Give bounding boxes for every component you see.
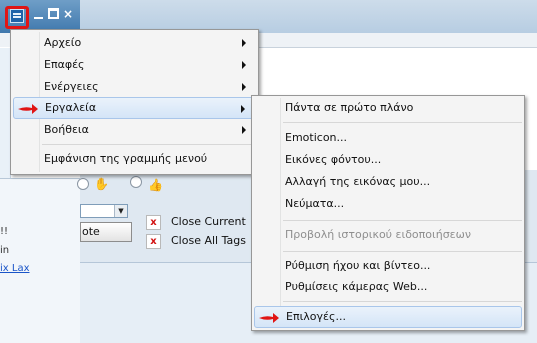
maximize-icon[interactable] xyxy=(48,8,59,19)
menu-item-change-picture[interactable]: Αλλαγή της εικόνας μου... xyxy=(254,171,522,193)
menu-item-label: Προβολή ιστορικού ειδοποιήσεων xyxy=(285,228,471,241)
thumbs-up-icon[interactable]: 👍 xyxy=(148,179,163,191)
menu-item-audio-video-setup[interactable]: Ρύθμιση ήχου και βίντεο... xyxy=(254,255,522,277)
menu-item-file[interactable]: Αρχείο xyxy=(13,32,256,54)
menu-item-label: Επαφές xyxy=(44,58,85,71)
sidebar-link[interactable]: ix Lax xyxy=(0,263,30,274)
menu-item-options[interactable]: Επιλογές... xyxy=(254,306,522,328)
menu-item-help[interactable]: Βοήθεια xyxy=(13,119,256,141)
app-menu: Αρχείο Επαφές Ενέργειες Εργαλεία Βοήθεια… xyxy=(10,29,259,175)
menu-separator xyxy=(283,301,522,302)
radio-option[interactable] xyxy=(77,178,89,190)
side-frame xyxy=(0,178,80,343)
menu-item-label: Εικόνες φόντου... xyxy=(285,153,382,166)
menu-item-notification-history: Προβολή ιστορικού ειδοποιήσεων xyxy=(254,224,522,246)
menu-item-contacts[interactable]: Επαφές xyxy=(13,54,256,76)
tools-submenu: Πάντα σε πρώτο πλάνο Emoticon... Εικόνες… xyxy=(251,95,525,331)
sidebar-text: !! xyxy=(0,226,9,237)
emoticon-icon[interactable]: ✋ xyxy=(94,178,109,190)
menu-item-winks[interactable]: Νεύματα... xyxy=(254,193,522,215)
menu-separator xyxy=(42,144,256,145)
close-current-label[interactable]: Close Current xyxy=(171,215,246,229)
submenu-arrow-icon xyxy=(242,39,246,47)
menu-item-show-menubar[interactable]: Εμφάνιση της γραμμής μενού xyxy=(13,148,256,170)
menu-item-emoticons[interactable]: Emoticon... xyxy=(254,127,522,149)
menu-item-label: Εργαλεία xyxy=(45,101,97,114)
submenu-arrow-icon xyxy=(242,61,246,69)
submenu-arrow-icon xyxy=(241,105,245,113)
menu-separator xyxy=(283,220,522,221)
close-current-icon[interactable]: x xyxy=(146,215,161,230)
menu-item-label: Βοήθεια xyxy=(44,123,89,136)
submenu-arrow-icon xyxy=(242,126,246,134)
close-all-icon[interactable]: x xyxy=(146,234,161,249)
menu-separator xyxy=(283,122,522,123)
menu-separator xyxy=(283,251,522,252)
menu-item-label: Επιλογές... xyxy=(286,310,346,323)
menu-item-backgrounds[interactable]: Εικόνες φόντου... xyxy=(254,149,522,171)
menu-item-webcam-settings[interactable]: Ρυθμίσεις κάμερας Web... xyxy=(254,276,522,298)
menu-item-label: Πάντα σε πρώτο πλάνο xyxy=(285,101,414,114)
sidebar-text: in xyxy=(0,245,10,256)
dropdown-select[interactable]: ▼ xyxy=(80,204,128,218)
chevron-down-icon[interactable]: ▼ xyxy=(114,205,127,217)
menu-item-actions[interactable]: Ενέργειες xyxy=(13,76,256,98)
menu-item-label: Ρυθμίσεις κάμερας Web... xyxy=(285,280,428,293)
red-arrow-pointer-icon xyxy=(259,313,279,323)
note-button[interactable]: ote xyxy=(80,222,132,242)
annotation-highlight-box xyxy=(5,6,29,29)
radio-option[interactable] xyxy=(130,176,142,188)
menu-item-label: Αρχείο xyxy=(44,36,82,49)
submenu-arrow-icon xyxy=(242,83,246,91)
menu-item-label: Αλλαγή της εικόνας μου... xyxy=(285,175,431,188)
menu-item-label: Ενέργειες xyxy=(44,80,99,93)
menu-item-label: Ρύθμιση ήχου και βίντεο... xyxy=(285,259,431,272)
close-icon[interactable]: × xyxy=(62,8,74,20)
menu-item-label: Emoticon... xyxy=(285,131,348,144)
menu-item-label: Νεύματα... xyxy=(285,197,345,210)
close-all-label[interactable]: Close All Tags xyxy=(171,234,246,248)
menu-item-label: Εμφάνιση της γραμμής μενού xyxy=(44,152,208,165)
red-arrow-pointer-icon xyxy=(18,104,38,114)
minimize-icon[interactable] xyxy=(33,8,45,20)
menu-item-tools[interactable]: Εργαλεία xyxy=(13,97,256,119)
menu-item-always-on-top[interactable]: Πάντα σε πρώτο πλάνο xyxy=(254,97,522,119)
